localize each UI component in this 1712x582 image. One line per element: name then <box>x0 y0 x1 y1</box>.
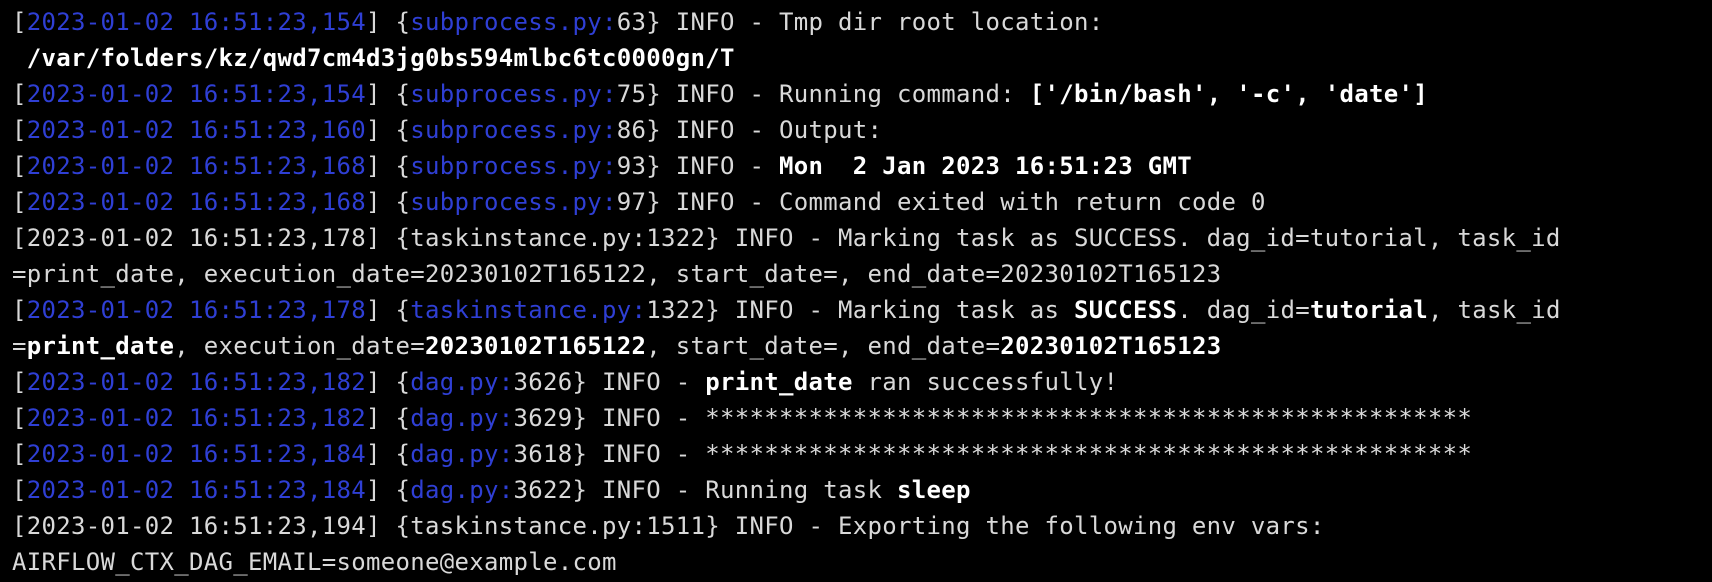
log-timestamp: 2023-01-02 16:51:23,154 <box>26 80 366 108</box>
log-text: ] { <box>365 296 411 324</box>
log-timestamp: 2023-01-02 16:51:23,182 <box>26 404 366 432</box>
log-text: 75} INFO - Running command: <box>616 80 1030 108</box>
log-source: subprocess.py: <box>410 8 617 36</box>
log-line: [2023-01-02 16:51:23,160] {subprocess.py… <box>12 112 1712 148</box>
log-text: , task_id <box>1427 296 1561 324</box>
log-line: [2023-01-02 16:51:23,154] {subprocess.py… <box>12 76 1712 112</box>
log-text: [ <box>12 152 27 180</box>
log-highlight-text: 20230102T165122 <box>425 332 647 360</box>
log-line: [2023-01-02 16:51:23,184] {dag.py:3622} … <box>12 472 1712 508</box>
log-timestamp: 2023-01-02 16:51:23,168 <box>26 188 366 216</box>
log-text: ] { <box>365 80 411 108</box>
log-text: 97} INFO - Command exited with return co… <box>616 188 1266 216</box>
log-source: dag.py: <box>410 476 514 504</box>
log-line: AIRFLOW_CTX_DAG_EMAIL=someone@example.co… <box>12 544 1712 580</box>
log-highlight-text: tutorial <box>1309 296 1428 324</box>
log-source: taskinstance.py: <box>410 296 647 324</box>
log-highlight-text: print_date <box>705 368 853 396</box>
log-highlight-text: sleep <box>896 476 971 504</box>
log-text: = <box>12 332 27 360</box>
log-text: [ <box>12 404 27 432</box>
log-source: dag.py: <box>410 404 514 432</box>
log-text: 63} INFO - Tmp dir root location: <box>616 8 1104 36</box>
log-text: [ <box>12 8 27 36</box>
log-line: =print_date, execution_date=20230102T165… <box>12 328 1712 364</box>
log-timestamp: 2023-01-02 16:51:23,178 <box>26 296 366 324</box>
log-timestamp: 2023-01-02 16:51:23,184 <box>26 440 366 468</box>
log-highlight-text: SUCCESS <box>1073 296 1178 324</box>
log-line: [2023-01-02 16:51:23,154] {subprocess.py… <box>12 4 1712 40</box>
log-text: ] { <box>365 368 411 396</box>
log-highlight-text: Mon 2 Jan 2023 16:51:23 GMT <box>778 152 1192 180</box>
log-line: [2023-01-02 16:51:23,178] {taskinstance.… <box>12 220 1712 256</box>
log-text: [ <box>12 440 27 468</box>
log-text: 1322} INFO - Marking task as <box>646 296 1074 324</box>
log-text: ] { <box>365 116 411 144</box>
log-text: ] { <box>365 8 411 36</box>
log-source: subprocess.py: <box>410 152 617 180</box>
log-line: [2023-01-02 16:51:23,182] {dag.py:3626} … <box>12 364 1712 400</box>
log-line: [2023-01-02 16:51:23,194] {taskinstance.… <box>12 508 1712 544</box>
log-text: 86} INFO - Output: <box>616 116 883 144</box>
log-text: ] { <box>365 440 411 468</box>
log-text: , start_date=, end_date= <box>646 332 1001 360</box>
log-text: [2023-01-02 16:51:23,178] {taskinstance.… <box>12 224 1561 252</box>
log-line: [2023-01-02 16:51:23,168] {subprocess.py… <box>12 148 1712 184</box>
terminal-output[interactable]: [2023-01-02 16:51:23,154] {subprocess.py… <box>0 0 1712 582</box>
log-text: [ <box>12 476 27 504</box>
log-source: subprocess.py: <box>410 80 617 108</box>
log-text: ] { <box>365 188 411 216</box>
log-text: ] { <box>365 152 411 180</box>
log-text: ] { <box>365 476 411 504</box>
log-text: , execution_date= <box>174 332 425 360</box>
log-line: [2023-01-02 16:51:23,168] {subprocess.py… <box>12 184 1712 220</box>
log-source: dag.py: <box>410 368 514 396</box>
log-source: subprocess.py: <box>410 188 617 216</box>
log-text: =print_date, execution_date=20230102T165… <box>12 260 1222 288</box>
log-timestamp: 2023-01-02 16:51:23,160 <box>26 116 366 144</box>
log-text: 3629} INFO - ***************************… <box>513 404 1473 432</box>
log-highlight-text: ['/bin/bash', '-c', 'date'] <box>1029 80 1428 108</box>
log-source: dag.py: <box>410 440 514 468</box>
log-text: [ <box>12 116 27 144</box>
log-line: /var/folders/kz/qwd7cm4d3jg0bs594mlbc6tc… <box>12 40 1712 76</box>
log-text: ] { <box>365 404 411 432</box>
log-timestamp: 2023-01-02 16:51:23,184 <box>26 476 366 504</box>
log-text: ran successfully! <box>852 368 1119 396</box>
log-timestamp: 2023-01-02 16:51:23,182 <box>26 368 366 396</box>
log-timestamp: 2023-01-02 16:51:23,154 <box>26 8 366 36</box>
log-text: [2023-01-02 16:51:23,194] {taskinstance.… <box>12 512 1325 540</box>
log-line: [2023-01-02 16:51:23,178] {taskinstance.… <box>12 292 1712 328</box>
log-text: [ <box>12 188 27 216</box>
log-line: =print_date, execution_date=20230102T165… <box>12 256 1712 292</box>
log-text: 3626} INFO - <box>513 368 706 396</box>
log-line: [2023-01-02 16:51:23,184] {dag.py:3618} … <box>12 436 1712 472</box>
log-text: [ <box>12 296 27 324</box>
log-highlight-text: 20230102T165123 <box>1000 332 1222 360</box>
log-highlight-text: print_date <box>26 332 175 360</box>
log-text: AIRFLOW_CTX_DAG_EMAIL=someone@example.co… <box>12 548 617 576</box>
log-text: 93} INFO - <box>616 152 779 180</box>
log-text: 3622} INFO - Running task <box>513 476 897 504</box>
log-text: . dag_id= <box>1177 296 1310 324</box>
log-text: [ <box>12 368 27 396</box>
log-line: [2023-01-02 16:51:23,182] {dag.py:3629} … <box>12 400 1712 436</box>
log-source: subprocess.py: <box>410 116 617 144</box>
log-text: [ <box>12 80 27 108</box>
log-timestamp: 2023-01-02 16:51:23,168 <box>26 152 366 180</box>
log-text: 3618} INFO - ***************************… <box>513 440 1473 468</box>
log-highlight-text: /var/folders/kz/qwd7cm4d3jg0bs594mlbc6tc… <box>12 44 735 72</box>
